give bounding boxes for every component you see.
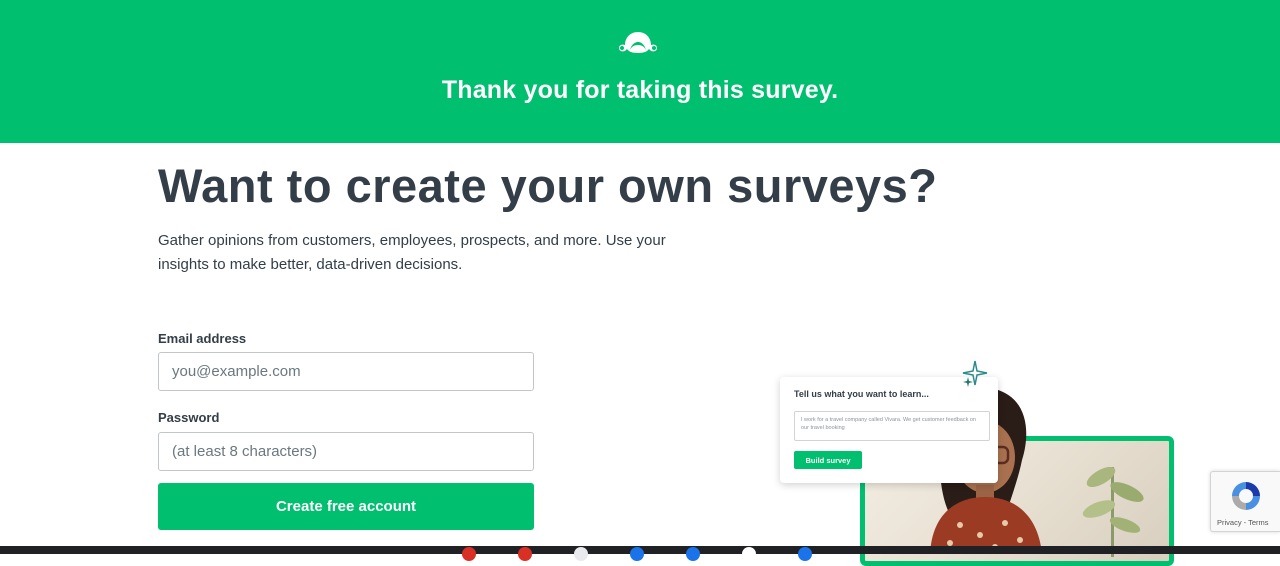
email-field[interactable] bbox=[158, 352, 534, 391]
taskbar-app-icon[interactable] bbox=[798, 547, 812, 561]
taskbar-app-icon[interactable] bbox=[686, 547, 700, 561]
promo-illustration: Tell us what you want to learn... I work… bbox=[770, 355, 1190, 566]
banner-title: Thank you for taking this survey. bbox=[441, 76, 839, 104]
survey-prompt-card: Tell us what you want to learn... I work… bbox=[780, 377, 998, 483]
taskbar-app-icon[interactable] bbox=[574, 547, 588, 561]
create-account-button[interactable]: Create free account bbox=[158, 483, 534, 530]
prompt-title: Tell us what you want to learn... bbox=[794, 389, 929, 399]
taskbar-app-icon[interactable] bbox=[630, 547, 644, 561]
taskbar-app-icon[interactable] bbox=[742, 547, 756, 561]
recaptcha-badge[interactable]: Privacy - Terms bbox=[1210, 471, 1280, 532]
thank-you-banner: Thank you for taking this survey. bbox=[0, 0, 1280, 143]
os-taskbar bbox=[0, 546, 1280, 561]
password-field[interactable] bbox=[158, 432, 534, 471]
surveymonkey-logo-icon bbox=[619, 32, 657, 53]
sparkle-icon bbox=[962, 360, 988, 387]
taskbar-app-icon[interactable] bbox=[518, 547, 532, 561]
page-subtext: Gather opinions from customers, employee… bbox=[158, 232, 666, 273]
taskbar-app-icon[interactable] bbox=[462, 547, 476, 561]
recaptcha-links[interactable]: Privacy - Terms bbox=[1217, 518, 1269, 527]
email-label: Email address bbox=[158, 331, 247, 346]
plant-image bbox=[1082, 466, 1144, 557]
password-label: Password bbox=[158, 410, 220, 425]
recaptcha-icon bbox=[1232, 482, 1260, 510]
build-survey-button: Build survey bbox=[794, 451, 862, 469]
page-headline: Want to create your own surveys? bbox=[158, 159, 938, 212]
prompt-textbox: I work for a travel company called Vivar… bbox=[794, 411, 990, 441]
